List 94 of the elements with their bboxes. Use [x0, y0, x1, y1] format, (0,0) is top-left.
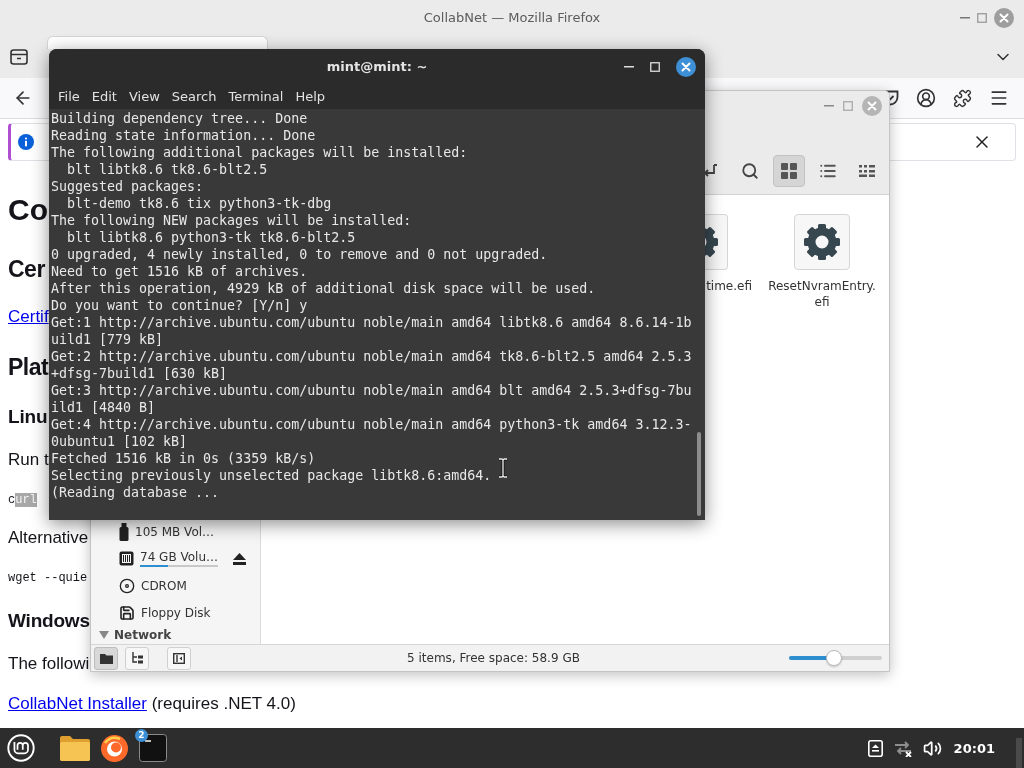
terminal-line: blt libtk8.6 python3-tk tk8.6-blt2.5: [66, 229, 356, 246]
search-icon[interactable]: [741, 162, 759, 180]
close-icon[interactable]: [676, 56, 696, 77]
sidebar-mode-button[interactable]: [94, 646, 118, 670]
terminal-line: blt-demo tk8.6 tix python3-tk-dbg: [66, 195, 332, 212]
file-name[interactable]: ResetNvramEntry.efi: [765, 278, 879, 310]
tree-view-icon: [131, 652, 143, 664]
zoom-slider[interactable]: [789, 650, 882, 666]
paragraph: CollabNet Installer (requires .NET 4.0): [8, 693, 296, 715]
sidebar-item[interactable]: CDROM: [91, 572, 260, 599]
memory-card-icon: [119, 551, 134, 566]
view-toggle[interactable]: [773, 155, 805, 187]
grid-view-icon: [781, 163, 797, 179]
removable-drive-icon[interactable]: [867, 739, 883, 757]
return-arrow-icon[interactable]: [704, 164, 718, 178]
window-count-badge: 2: [135, 729, 148, 742]
browser-logo-icon[interactable]: [101, 734, 128, 762]
terminal-line: Suggested packages:: [51, 178, 204, 195]
folder-icon[interactable]: [60, 735, 90, 761]
terminal-line: Get:2 http://archive.ubuntu.com/ubuntu noble/main amd64 tk8.6-blt2.5 amd64 2.5.3: [51, 348, 692, 365]
window-title: mint@mint: ~: [326, 59, 428, 74]
eject-icon[interactable]: [233, 552, 246, 565]
terminal-line: blt libtk8.6 tk8.6-blt2.5: [66, 161, 268, 178]
compact-view-icon: [859, 165, 875, 177]
puzzle-icon[interactable]: [953, 88, 972, 108]
network-disconnected-icon[interactable]: [892, 739, 913, 757]
subsection-heading: Linu: [8, 405, 48, 429]
terminal-line: ild1 [4840 B]: [51, 399, 156, 416]
terminal-line: Get:1 http://archive.ubuntu.com/ubuntu noble/main amd64 libtk8.6 amd64 8.6.14-1b: [51, 314, 692, 331]
code-snippet: curl: [8, 492, 37, 509]
paragraph: Run t: [8, 449, 49, 471]
page-link[interactable]: CollabNet Installer: [8, 694, 147, 713]
sidebar-item[interactable]: Floppy Disk: [91, 599, 260, 626]
menu-item[interactable]: Terminal: [222, 84, 290, 109]
place-label: Floppy Disk: [141, 605, 211, 620]
status-text: 5 items, Free space: 58.9 GB: [406, 651, 581, 665]
terminal-line: 0 upgraded, 4 newly installed, 0 to remove and 0 not upgraded.: [51, 246, 548, 263]
menu-item[interactable]: Help: [289, 84, 332, 109]
paragraph: The followi: [8, 653, 90, 675]
terminal-line: Get:4 http://archive.ubuntu.com/ubuntu noble/main amd64 python3-tk amd64 3.12.3-: [51, 416, 692, 433]
gear-file-icon[interactable]: [705, 214, 728, 270]
terminal-line: Get:3 http://archive.ubuntu.com/ubuntu noble/main amd64 blt amd64 2.5.3+dfsg-7bu: [51, 382, 692, 399]
list-view-icon: [819, 162, 837, 180]
panel-icon: [173, 652, 185, 664]
scrollbar-thumb[interactable]: [697, 432, 701, 516]
place-label: 74 GB Volu…: [140, 550, 218, 564]
place-label: 105 MB Vol…: [135, 524, 215, 539]
terminal-line: Selecting previously unselected package libtk8.6:amd64.: [51, 467, 492, 484]
file-name[interactable]: time.efi: [706, 278, 752, 294]
terminal-line: The following additional packages will be installed:: [51, 144, 468, 161]
sidebar-toggle-button[interactable]: [167, 646, 191, 670]
menu-item[interactable]: Search: [165, 84, 223, 109]
terminal-line: Need to get 1516 kB of archives.: [51, 263, 308, 280]
terminal-line: +dfsg-7build1 [630 kB]: [51, 365, 228, 382]
minimize-icon[interactable]: [624, 65, 634, 68]
terminal-line: The following NEW packages will be installed:: [51, 212, 412, 229]
window-title: CollabNet — Mozilla Firefox: [423, 10, 601, 25]
text-cursor-icon: [498, 458, 508, 478]
sidebar-item[interactable]: 105 MB Vol…: [91, 518, 260, 545]
menu-item[interactable]: Edit: [85, 84, 123, 109]
sidebar-mode-button[interactable]: [125, 646, 149, 670]
expanded-triangle-icon[interactable]: [99, 631, 109, 639]
section-heading: Plat: [8, 353, 49, 382]
terminal-line: Do you want to continue? [Y/n] y: [51, 297, 308, 314]
code-snippet: wget --quie: [8, 570, 88, 587]
account-icon[interactable]: [916, 88, 936, 108]
folder-icon: [99, 652, 113, 664]
section-heading: Cer: [8, 255, 45, 284]
info-icon: [18, 134, 34, 150]
tab-list-icon[interactable]: [10, 48, 28, 65]
paragraph: Alternative: [8, 527, 89, 549]
logo-icon[interactable]: [7, 734, 35, 762]
terminal-line: After this operation, 4929 kB of additional disk space will be used.: [51, 280, 596, 297]
terminal-line: Reading state information... Done: [51, 127, 316, 144]
usb-stick-icon: [119, 522, 129, 541]
menu-icon[interactable]: [989, 88, 1009, 108]
page-heading: Co: [8, 192, 48, 228]
terminal-line: uild1 [779 kB]: [51, 331, 164, 348]
slider-thumb[interactable]: [825, 650, 842, 666]
clock: 20:01: [953, 740, 995, 756]
section-label: Network: [114, 628, 172, 642]
menu-item[interactable]: File: [52, 84, 86, 109]
subsection-heading: Windows: [8, 609, 90, 633]
terminal-line: 0ubuntu1 [102 kB]: [51, 433, 188, 450]
terminal-line: Fetched 1516 kB in 0s (3359 kB/s): [51, 450, 316, 467]
volume-icon[interactable]: [922, 738, 942, 758]
page-link[interactable]: Certif: [8, 307, 49, 326]
menu-item[interactable]: View: [122, 84, 166, 109]
gear-file-icon[interactable]: [794, 214, 850, 270]
terminal-line: Building dependency tree... Done: [51, 110, 308, 127]
terminal-line: (Reading database ...: [51, 484, 220, 501]
disc-icon: [119, 577, 135, 594]
place-label: CDROM: [141, 578, 187, 593]
sidebar-item[interactable]: 74 GB Volu…: [91, 545, 260, 572]
